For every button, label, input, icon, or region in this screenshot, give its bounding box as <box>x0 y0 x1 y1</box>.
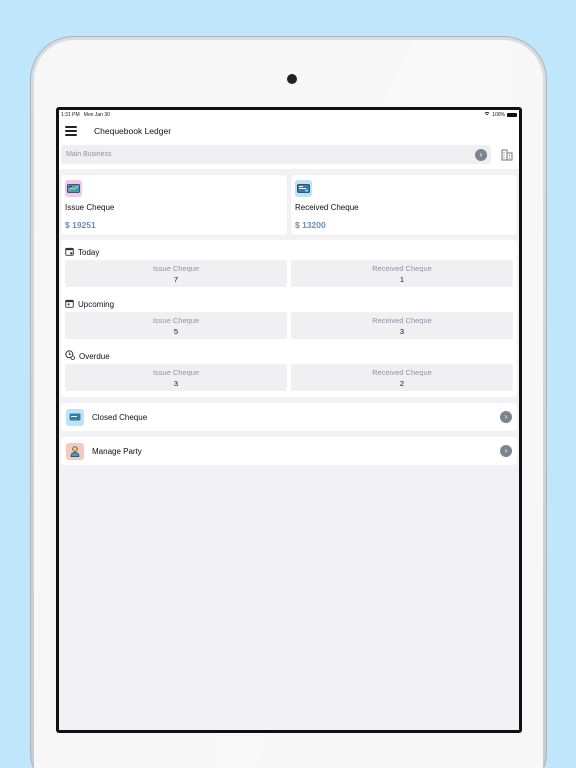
chevron-right-icon[interactable]: › <box>475 148 487 161</box>
stat-label: Issue Cheque <box>152 315 200 325</box>
cheque-status-summary: Today Issue Cheque 7 Received Cheque 1 U… <box>61 240 517 397</box>
stat-label: Received Cheque <box>372 367 432 377</box>
card-amount: $ 13200 <box>295 220 326 230</box>
stat-value: 3 <box>399 326 405 336</box>
calendar-upcoming-icon <box>65 295 74 313</box>
card-title: Received Cheque <box>295 203 359 212</box>
list-label: Manage Party <box>92 446 142 456</box>
chevron-right-icon[interactable]: › <box>500 445 512 457</box>
stat-value: 5 <box>173 326 179 336</box>
stat-value: 1 <box>399 274 405 284</box>
navigation-bar: Chequebook Ledger <box>59 119 519 143</box>
status-date: Mon Jan 30 <box>83 111 110 118</box>
section-title: Today <box>78 247 100 257</box>
stat-value: 2 <box>399 378 405 388</box>
received-cheque-icon <box>295 180 312 197</box>
section-title: Overdue <box>79 351 110 361</box>
summary-cards: Issue Cheque $ 19251 Received Cheque $ 1… <box>59 169 519 235</box>
section-upcoming: Upcoming <box>65 296 513 312</box>
overdue-received-stat[interactable]: Received Cheque 2 <box>291 364 513 391</box>
issue-cheque-icon <box>65 180 82 197</box>
chevron-right-icon[interactable]: › <box>500 411 512 423</box>
business-select[interactable]: Main Business › <box>61 145 491 164</box>
status-time: 1:31 PM <box>61 111 80 118</box>
stat-value: 7 <box>173 274 179 284</box>
upcoming-received-stat[interactable]: Received Cheque 3 <box>291 312 513 339</box>
stat-label: Issue Cheque <box>152 367 200 377</box>
overdue-stats: Issue Cheque 3 Received Cheque 2 <box>65 364 513 391</box>
overdue-clock-icon <box>65 347 75 365</box>
status-bar: 1:31 PM Mon Jan 30 100% <box>59 110 519 119</box>
front-camera <box>287 74 297 84</box>
stat-label: Received Cheque <box>372 315 432 325</box>
business-select-value: Main Business <box>66 151 112 158</box>
upcoming-stats: Issue Cheque 5 Received Cheque 3 <box>65 312 513 339</box>
card-title: Issue Cheque <box>65 203 115 212</box>
closed-cheque-icon <box>66 408 84 426</box>
calendar-today-icon <box>65 243 74 261</box>
menu-icon[interactable] <box>65 126 77 136</box>
stat-label: Issue Cheque <box>152 263 200 273</box>
battery-percent: 100% <box>492 111 505 118</box>
upcoming-issue-stat[interactable]: Issue Cheque 5 <box>65 312 287 339</box>
page-title: Chequebook Ledger <box>94 126 172 136</box>
closed-cheque-item[interactable]: Closed Cheque › <box>61 403 517 431</box>
stat-label: Received Cheque <box>372 263 432 273</box>
app-screen: 1:31 PM Mon Jan 30 100% Chequebook Ledge… <box>59 110 519 730</box>
today-received-stat[interactable]: Received Cheque 1 <box>291 260 513 287</box>
issue-cheque-card[interactable]: Issue Cheque $ 19251 <box>61 175 287 235</box>
card-amount: $ 19251 <box>65 220 96 230</box>
manage-party-icon <box>66 442 84 460</box>
received-cheque-card[interactable]: Received Cheque $ 13200 <box>291 175 517 235</box>
stat-value: 3 <box>173 378 179 388</box>
today-stats: Issue Cheque 7 Received Cheque 1 <box>65 260 513 287</box>
battery-icon <box>507 112 517 117</box>
wifi-icon <box>484 111 490 118</box>
manage-party-item[interactable]: Manage Party › <box>61 437 517 465</box>
section-title: Upcoming <box>78 299 115 309</box>
section-overdue: Overdue <box>65 348 513 364</box>
list-label: Closed Cheque <box>92 412 148 422</box>
building-icon[interactable] <box>499 146 515 163</box>
business-selector-row: Main Business › <box>59 143 519 169</box>
overdue-issue-stat[interactable]: Issue Cheque 3 <box>65 364 287 391</box>
today-issue-stat[interactable]: Issue Cheque 7 <box>65 260 287 287</box>
section-today: Today <box>65 244 513 260</box>
